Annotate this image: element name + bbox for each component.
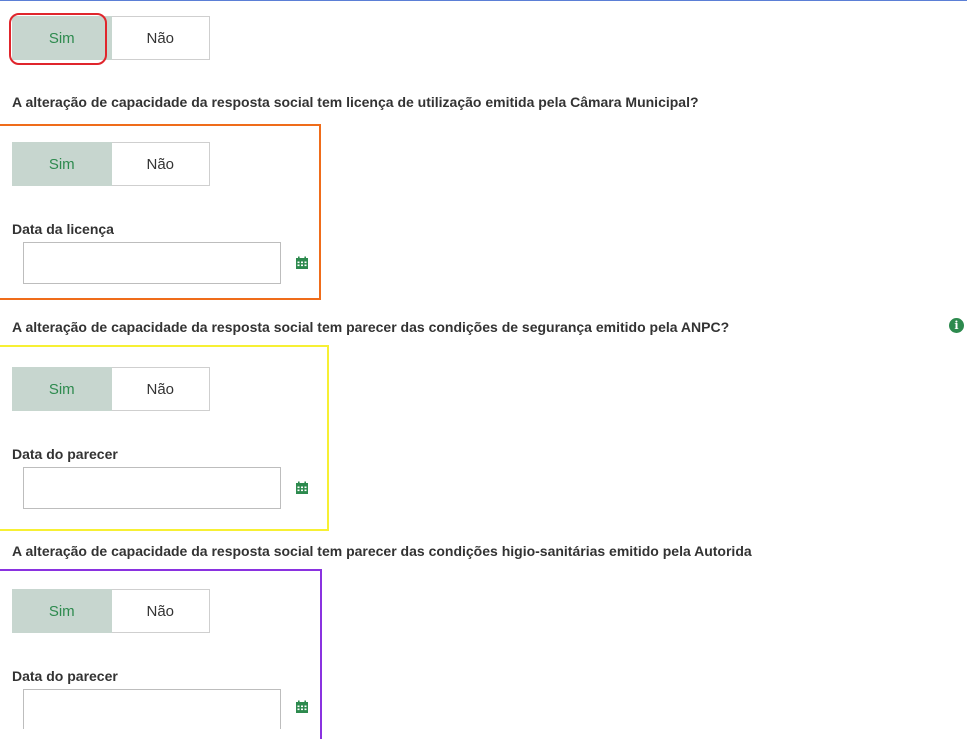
highlight-red	[9, 13, 107, 65]
nao-option[interactable]: Não	[111, 16, 210, 60]
nao-option[interactable]: Não	[111, 367, 210, 411]
opinion-date-input-2[interactable]	[23, 689, 281, 729]
sim-option[interactable]: Sim	[12, 367, 112, 411]
calendar-icon[interactable]	[295, 481, 309, 495]
sim-option[interactable]: Sim	[12, 142, 112, 186]
toggle-group-4: Sim Não	[12, 589, 210, 633]
sim-option[interactable]: Sim	[12, 589, 112, 633]
opinion-date-label: Data do parecer	[12, 446, 118, 462]
calendar-icon[interactable]	[295, 700, 309, 714]
toggle-group-2: Sim Não	[12, 142, 210, 186]
calendar-icon[interactable]	[295, 256, 309, 270]
toggle-group-3: Sim Não	[12, 367, 210, 411]
question-licence: A alteração de capacidade da resposta so…	[12, 94, 699, 110]
nao-option[interactable]: Não	[111, 589, 210, 633]
opinion-date-input[interactable]	[23, 467, 281, 509]
question-anpc: A alteração de capacidade da resposta so…	[12, 319, 730, 335]
licence-date-label: Data da licença	[12, 221, 114, 237]
nao-option[interactable]: Não	[111, 142, 210, 186]
question-sanitary: A alteração de capacidade da resposta so…	[12, 543, 752, 559]
top-border-line	[0, 0, 967, 1]
opinion-date-label-2: Data do parecer	[12, 668, 118, 684]
licence-date-input[interactable]	[23, 242, 281, 284]
info-icon[interactable]: i	[949, 318, 964, 333]
